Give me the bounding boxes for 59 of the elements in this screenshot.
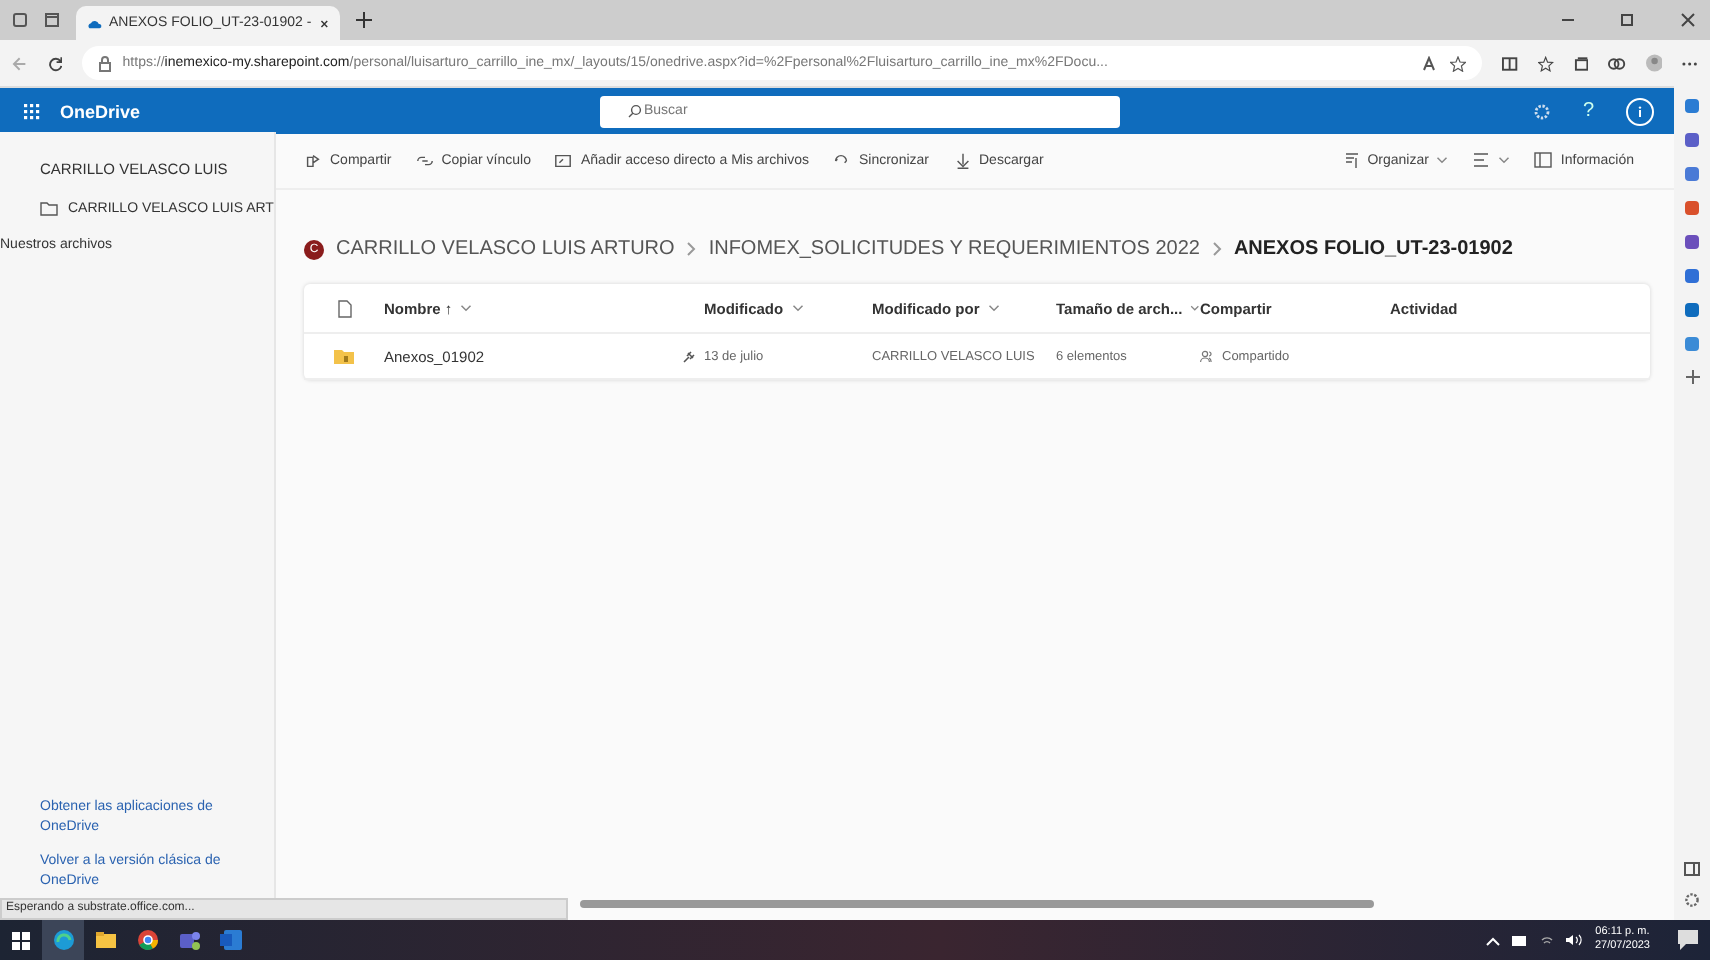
explorer-app-icon (93, 928, 117, 952)
tab-actions-icon[interactable] (44, 12, 60, 28)
list-view-icon (1472, 152, 1491, 168)
speaker-icon[interactable] (1566, 934, 1583, 946)
taskbar-app[interactable] (42, 920, 84, 960)
workspaces-icon[interactable] (12, 12, 28, 28)
chevron-down-icon (1190, 302, 1200, 314)
horizontal-scrollbar[interactable] (580, 900, 1374, 908)
chevron-down-icon (1498, 154, 1511, 166)
extension-icon[interactable] (1608, 55, 1626, 71)
shortcut-icon (554, 151, 573, 169)
windows-icon (12, 931, 30, 949)
file-type-icon (337, 299, 351, 317)
folder-icon (40, 202, 58, 216)
new-tab-icon[interactable] (356, 12, 372, 28)
cloud-icon (88, 17, 101, 29)
refresh-icon[interactable] (47, 55, 63, 71)
sync-icon (832, 151, 851, 169)
chevron-down-icon (791, 302, 804, 314)
chevron-right-icon (686, 242, 697, 256)
star-icon[interactable] (1450, 55, 1467, 71)
link-icon (415, 151, 434, 169)
chevron-right-icon (1211, 242, 1222, 256)
chrome-app-icon (135, 928, 159, 952)
download-icon (953, 151, 971, 169)
read-aloud-icon[interactable] (1422, 55, 1441, 71)
battery-icon[interactable] (1512, 935, 1529, 945)
chevron-down-icon (460, 302, 473, 314)
edge-app-icon (51, 928, 75, 952)
teams-app-icon (177, 928, 201, 952)
close-icon[interactable] (319, 17, 328, 29)
notification-icon[interactable] (1678, 930, 1698, 950)
app-title[interactable]: OneDrive (60, 101, 300, 121)
share-icon (304, 151, 322, 169)
more-icon[interactable] (1682, 59, 1699, 67)
profile-icon[interactable] (1645, 54, 1663, 72)
lock-icon (98, 55, 113, 71)
wifi-icon[interactable] (1540, 934, 1555, 946)
breadcrumb-item: ANEXOS FOLIO_UT-23-01902 (1233, 238, 1513, 260)
favorites-icon[interactable] (1537, 55, 1554, 71)
breadcrumb-item[interactable]: CARRILLO VELASCO LUIS ARTURO (336, 238, 675, 260)
chevron-up-icon[interactable] (1486, 935, 1501, 945)
chevron-down-icon (1436, 154, 1449, 166)
info-icon[interactable] (1626, 97, 1654, 125)
breadcrumb-item[interactable]: INFOMEX_SOLICITUDES Y REQUERIMIENTOS 2022 (708, 238, 1200, 260)
collections-icon[interactable] (1573, 55, 1589, 71)
word-app-icon (219, 928, 243, 952)
view-button[interactable] (1472, 152, 1511, 168)
sort-icon (1343, 152, 1360, 168)
chevron-down-icon (987, 302, 1000, 314)
details-pane-icon (1534, 152, 1553, 168)
settings-icon[interactable] (1684, 892, 1700, 908)
add-icon[interactable] (1685, 370, 1699, 384)
help-button[interactable]: ? (1582, 100, 1594, 122)
folder-icon (334, 348, 354, 364)
split-screen-icon[interactable] (1502, 55, 1518, 71)
sidebar-toggle-icon[interactable] (1684, 862, 1700, 876)
pin-icon[interactable] (682, 349, 696, 363)
app-launcher-icon[interactable] (24, 103, 40, 119)
